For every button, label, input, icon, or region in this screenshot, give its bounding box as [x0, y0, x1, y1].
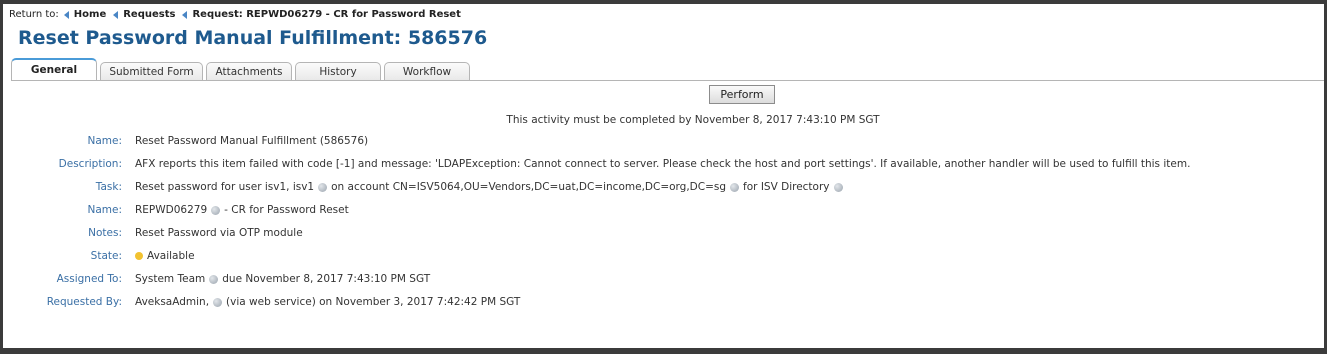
assigned-to-label: Assigned To:: [56, 273, 122, 285]
breadcrumb-prefix: Return to:: [9, 9, 59, 20]
tab-submitted-form[interactable]: Submitted Form: [100, 62, 203, 80]
name-value: Reset Password Manual Fulfillment (58657…: [135, 135, 369, 147]
requester-info-icon[interactable]: [213, 297, 223, 307]
notes-value: Reset Password via OTP module: [135, 227, 303, 239]
via-text: (via web service) on November 3, 2017 7:…: [226, 296, 521, 308]
page-title: Reset Password Manual Fulfillment: 58657…: [18, 27, 488, 49]
state-value: Available: [135, 250, 195, 262]
tab-workflow[interactable]: Workflow: [384, 62, 470, 80]
breadcrumb-item-request[interactable]: Request: REPWD06279 - CR for Password Re…: [182, 9, 461, 20]
tab-general[interactable]: General: [11, 58, 97, 80]
assignee-text: System Team: [135, 273, 206, 285]
detail-row-state: State: Available: [3, 249, 195, 263]
task-account-text: on account CN=ISV5064,OU=Vendors,DC=uat,…: [331, 181, 727, 193]
description-value: AFX reports this item failed with code […: [135, 158, 1191, 170]
account-info-icon[interactable]: [730, 182, 740, 192]
directory-info-icon[interactable]: [833, 182, 843, 192]
request-info-icon[interactable]: [211, 205, 221, 215]
detail-row-task: Task: Reset password for user isv1, isv1…: [3, 180, 847, 194]
back-arrow-icon: [182, 10, 188, 19]
page: Return to: Home Requests Request: REPWD0…: [3, 4, 1324, 348]
request-name-label: Name:: [87, 204, 122, 216]
breadcrumb-item-home[interactable]: Home: [63, 9, 106, 20]
name-label: Name:: [87, 135, 122, 147]
task-value: Reset password for user isv1, isv1 on ac…: [135, 181, 847, 193]
completion-notice: This activity must be completed by Novem…: [506, 114, 880, 126]
task-directory-text: for ISV Directory: [743, 181, 830, 193]
description-label: Description:: [58, 158, 122, 170]
request-id: REPWD06279: [135, 204, 208, 216]
detail-row-assigned-to: Assigned To: System Team due November 8,…: [3, 272, 431, 286]
breadcrumb-link-home[interactable]: Home: [74, 9, 106, 20]
request-suffix: - CR for Password Reset: [224, 204, 349, 216]
requester-text: AveksaAdmin,: [135, 296, 210, 308]
state-text: Available: [147, 250, 195, 262]
breadcrumb-item-requests[interactable]: Requests: [113, 9, 175, 20]
detail-row-request-name: Name: REPWD06279 - CR for Password Reset: [3, 203, 349, 217]
tab-bar: General Submitted Form Attachments Histo…: [11, 58, 473, 80]
assignee-info-icon[interactable]: [209, 274, 219, 284]
perform-button[interactable]: Perform: [709, 85, 775, 104]
tab-attachments[interactable]: Attachments: [206, 62, 292, 80]
detail-row-notes: Notes: Reset Password via OTP module: [3, 226, 303, 240]
breadcrumb-link-request[interactable]: Request: REPWD06279 - CR for Password Re…: [192, 9, 460, 20]
task-label: Task:: [95, 181, 122, 193]
notes-label: Notes:: [88, 227, 122, 239]
detail-row-requested-by: Requested By: AveksaAdmin, (via web serv…: [3, 295, 521, 309]
back-arrow-icon: [63, 10, 69, 19]
detail-row-name: Name: Reset Password Manual Fulfillment …: [3, 134, 368, 148]
requested-by-label: Requested By:: [46, 296, 122, 308]
status-dot-icon: [135, 252, 143, 260]
task-user-text: Reset password for user isv1, isv1: [135, 181, 315, 193]
assigned-to-value: System Team due November 8, 2017 7:43:10…: [135, 273, 430, 285]
tab-divider: [11, 80, 1324, 81]
requested-by-value: AveksaAdmin, (via web service) on Novemb…: [135, 296, 520, 308]
request-name-value: REPWD06279 - CR for Password Reset: [135, 204, 349, 216]
user-info-icon[interactable]: [318, 182, 328, 192]
state-label: State:: [90, 250, 122, 262]
breadcrumb-link-requests[interactable]: Requests: [123, 9, 175, 20]
tab-history[interactable]: History: [295, 62, 381, 80]
detail-row-description: Description: AFX reports this item faile…: [3, 157, 1191, 171]
due-text: due November 8, 2017 7:43:10 PM SGT: [222, 273, 431, 285]
breadcrumb: Return to: Home Requests Request: REPWD0…: [9, 9, 468, 20]
back-arrow-icon: [113, 10, 119, 19]
